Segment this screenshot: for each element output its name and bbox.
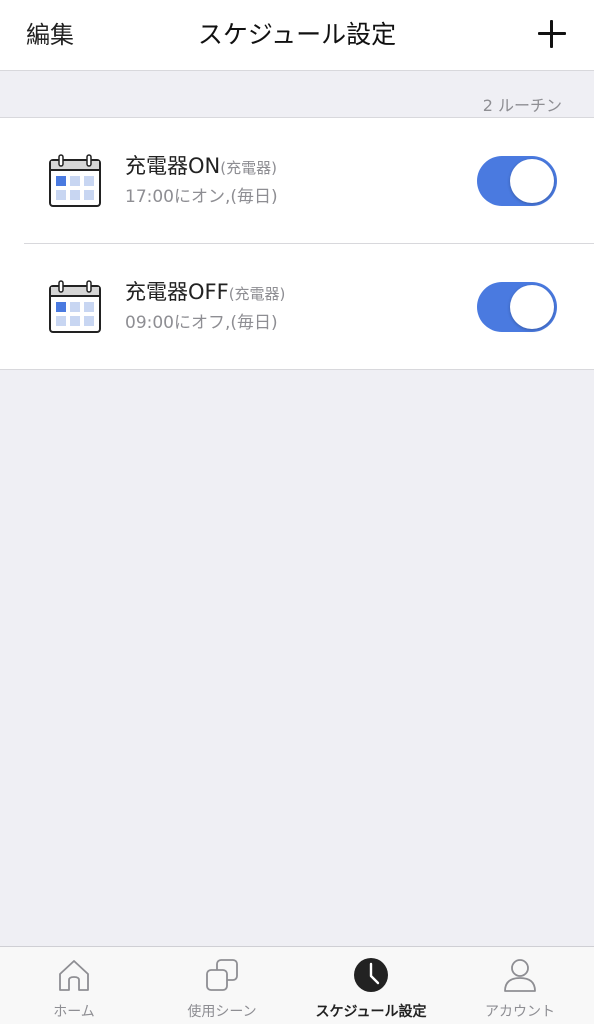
home-icon [59, 960, 89, 991]
app-root: 編集 スケジュール設定 2 ルーチン 充電器ON(充電器) 17:00にオン,(… [0, 0, 594, 1024]
routine-title: 充電器ON(充電器) [125, 152, 277, 182]
routine-device: (充電器) [228, 285, 286, 303]
tab-account[interactable]: アカウント [446, 947, 594, 1024]
tab-label: 使用シーン [187, 1004, 257, 1020]
routine-schedule: 17:00にオン,(毎日) [125, 187, 278, 207]
routine-toggle[interactable] [477, 282, 557, 332]
tab-label: ホーム [53, 1004, 95, 1020]
toggle-knob [510, 159, 554, 203]
account-icon [504, 959, 536, 992]
page-title: スケジュール設定 [197, 20, 397, 49]
tab-label: スケジュール設定 [315, 1004, 427, 1020]
routine-device: (充電器) [220, 159, 277, 177]
routine-name: 充電器ON [125, 154, 221, 178]
tab-scenes[interactable]: 使用シーン [148, 947, 296, 1024]
routine-toggle[interactable] [477, 156, 557, 206]
calendar-icon [49, 280, 101, 333]
tab-home[interactable]: ホーム [0, 947, 148, 1024]
routine-title: 充電器OFF(充電器) [125, 278, 285, 308]
calendar-icon [49, 154, 101, 207]
list-item[interactable]: 充電器OFF(充電器) 09:00にオフ,(毎日) [0, 244, 594, 370]
routine-name: 充電器OFF [125, 280, 229, 304]
toggle-knob [510, 285, 554, 329]
routine-count: 2 ルーチン [482, 96, 562, 115]
tab-schedule[interactable]: スケジュール設定 [297, 947, 445, 1024]
tab-label: アカウント [485, 1004, 555, 1020]
routine-schedule: 09:00にオフ,(毎日) [125, 313, 278, 333]
clock-icon [354, 958, 388, 992]
list-item[interactable]: 充電器ON(充電器) 17:00にオン,(毎日) [0, 118, 594, 244]
routine-list: 充電器ON(充電器) 17:00にオン,(毎日) 充電器OFF(充電器) 09:… [0, 117, 594, 370]
navigation-bar: 編集 スケジュール設定 [0, 0, 594, 71]
tab-bar: ホーム 使用シーン スケジュール設定 アカウント [0, 946, 594, 1024]
scenes-icon [206, 959, 238, 991]
plus-icon[interactable] [538, 20, 566, 48]
